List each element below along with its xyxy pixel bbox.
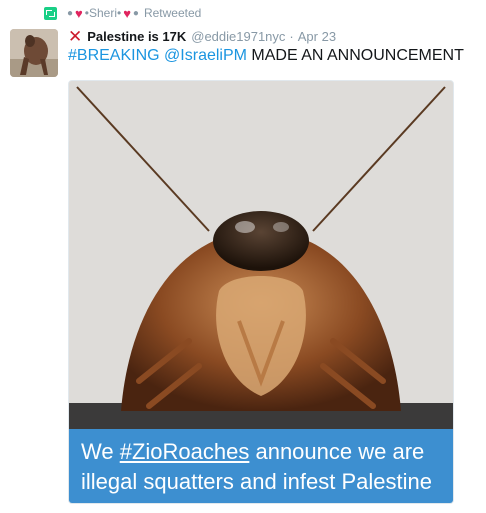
retweet-icon	[44, 6, 57, 20]
caption-line-2: illegal squatters and infest Palestine	[81, 469, 432, 494]
tweet-media[interactable]: We #ZioRoaches announce we are illegal s…	[68, 80, 454, 504]
mention-link[interactable]: @IsraeliPM	[164, 47, 247, 64]
avatar[interactable]	[10, 29, 58, 77]
heart-icon: ♥	[123, 5, 131, 21]
cross-mark-icon: ✕	[68, 27, 83, 46]
author-handle[interactable]: @eddie1971nyc	[191, 29, 285, 44]
tweet-header: ✕ Palestine is 17K @eddie1971nyc · Apr 2…	[68, 28, 336, 45]
retweeter-name: •Sheri•	[84, 6, 122, 20]
caption-line1-rest: announce we are	[249, 439, 425, 464]
retweeter-link[interactable]: ● ♥ •Sheri• ♥ ●	[67, 6, 139, 20]
caption-line-1: We #ZioRoaches announce we are	[81, 437, 441, 467]
separator: ·	[289, 29, 294, 44]
retweeted-label: Retweeted	[143, 6, 202, 20]
image-caption: We #ZioRoaches announce we are illegal s…	[69, 429, 453, 503]
caption-prefix: We	[81, 439, 120, 464]
tweet-timestamp[interactable]: Apr 23	[298, 29, 336, 44]
heart-icon: ♥	[75, 5, 83, 21]
tweet-body: MADE AN ANNOUNCEMENT	[246, 47, 464, 64]
author-display-name[interactable]: Palestine is 17K	[87, 29, 186, 44]
hashtag-link[interactable]: #BREAKING	[68, 47, 160, 64]
bullet-icon: ●	[132, 7, 139, 19]
tweet-text: #BREAKING @IsraeliPM MADE AN ANNOUNCEMEN…	[68, 46, 464, 66]
cockroach-image	[69, 81, 453, 429]
bullet-icon: ●	[67, 7, 74, 19]
retweet-context: ● ♥ •Sheri• ♥ ● Retweeted	[44, 5, 201, 21]
caption-hashtag: #ZioRoaches	[119, 439, 250, 464]
